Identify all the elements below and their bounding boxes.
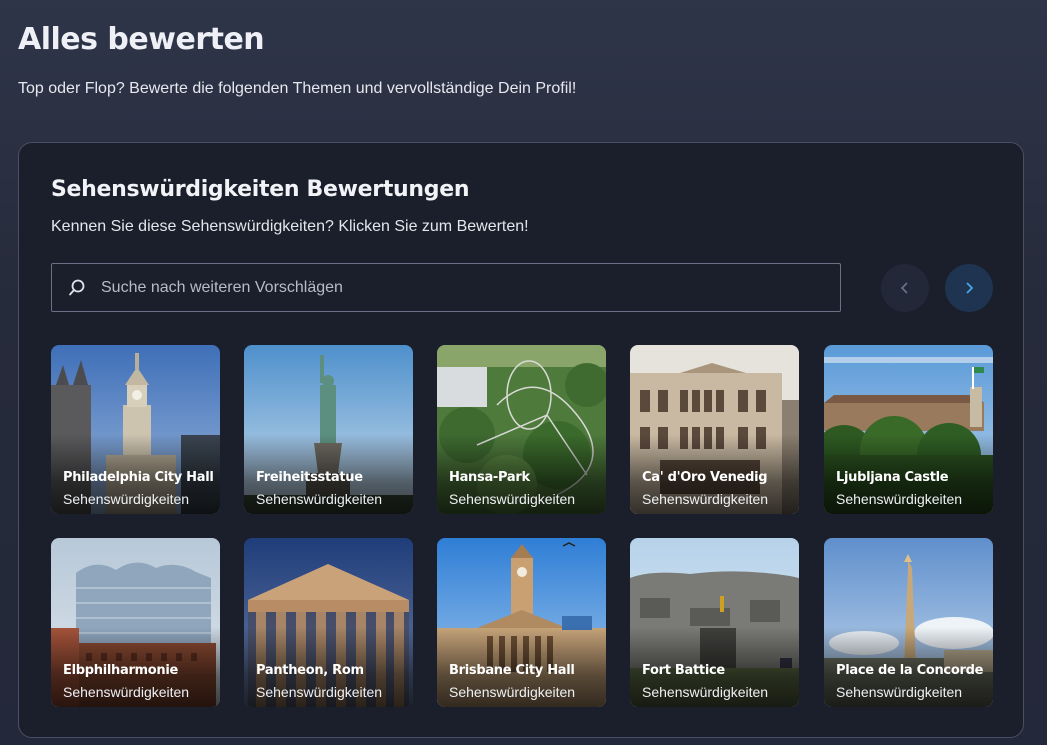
card-category: Sehenswürdigkeiten [63,491,190,507]
card-category: Sehenswürdigkeiten [836,491,963,507]
card-pantheon-rom[interactable]: Pantheon, Rom Sehenswürdigkeiten [244,538,413,707]
card-philadelphia-city-hall[interactable]: Philadelphia City Hall Sehenswürdigkeite… [51,345,220,514]
card-title: Place de la Concorde [836,663,984,678]
panel-title: Sehenswürdigkeiten Bewertungen [51,177,470,202]
card-category: Sehenswürdigkeiten [256,684,383,700]
card-title: Hansa-Park [449,470,530,485]
panel-subtitle: Kennen Sie diese Sehenswürdigkeiten? Kli… [51,218,529,235]
card-freiheitsstatue[interactable]: Freiheitsstatue Sehenswürdigkeiten [244,345,413,514]
card-category: Sehenswürdigkeiten [836,684,963,700]
card-title: Ca' d'Oro Venedig [642,470,768,485]
card-title: Brisbane City Hall [449,663,575,678]
chevron-right-icon [963,281,975,295]
card-title: Elbphilharmonie [63,663,179,678]
page-title: Alles bewerten [18,22,265,57]
card-ca-doro-venedig[interactable]: Ca' d'Oro Venedig Sehenswürdigkeiten [630,345,799,514]
card-category: Sehenswürdigkeiten [449,491,576,507]
search-box [51,263,841,312]
card-title: Philadelphia City Hall [63,470,214,485]
card-title: Ljubljana Castle [836,470,949,485]
search-input[interactable] [99,263,840,312]
card-category: Sehenswürdigkeiten [256,491,383,507]
card-title: Fort Battice [642,663,725,678]
card-category: Sehenswürdigkeiten [642,684,769,700]
card-category: Sehenswürdigkeiten [449,684,576,700]
card-title: Freiheitsstatue [256,470,363,485]
card-place-de-la-concorde[interactable]: Place de la Concorde Sehenswürdigkeiten [824,538,993,707]
card-category: Sehenswürdigkeiten [63,684,190,700]
card-elbphilharmonie[interactable]: Elbphilharmonie Sehenswürdigkeiten [51,538,220,707]
card-category: Sehenswürdigkeiten [642,491,769,507]
previous-button[interactable] [881,264,929,312]
search-icon [67,278,87,298]
card-ljubljana-castle[interactable]: Ljubljana Castle Sehenswürdigkeiten [824,345,993,514]
card-fort-battice[interactable]: Fort Battice Sehenswürdigkeiten [630,538,799,707]
card-title: Pantheon, Rom [256,663,364,678]
rating-panel: Sehenswürdigkeiten Bewertungen Kennen Si… [18,142,1024,738]
card-brisbane-city-hall[interactable]: Brisbane City Hall Sehenswürdigkeiten [437,538,606,707]
page-subtitle: Top oder Flop? Bewerte die folgenden The… [18,80,577,97]
next-button[interactable] [945,264,993,312]
chevron-left-icon [899,281,911,295]
card-hansa-park[interactable]: Hansa-Park Sehenswürdigkeiten [437,345,606,514]
